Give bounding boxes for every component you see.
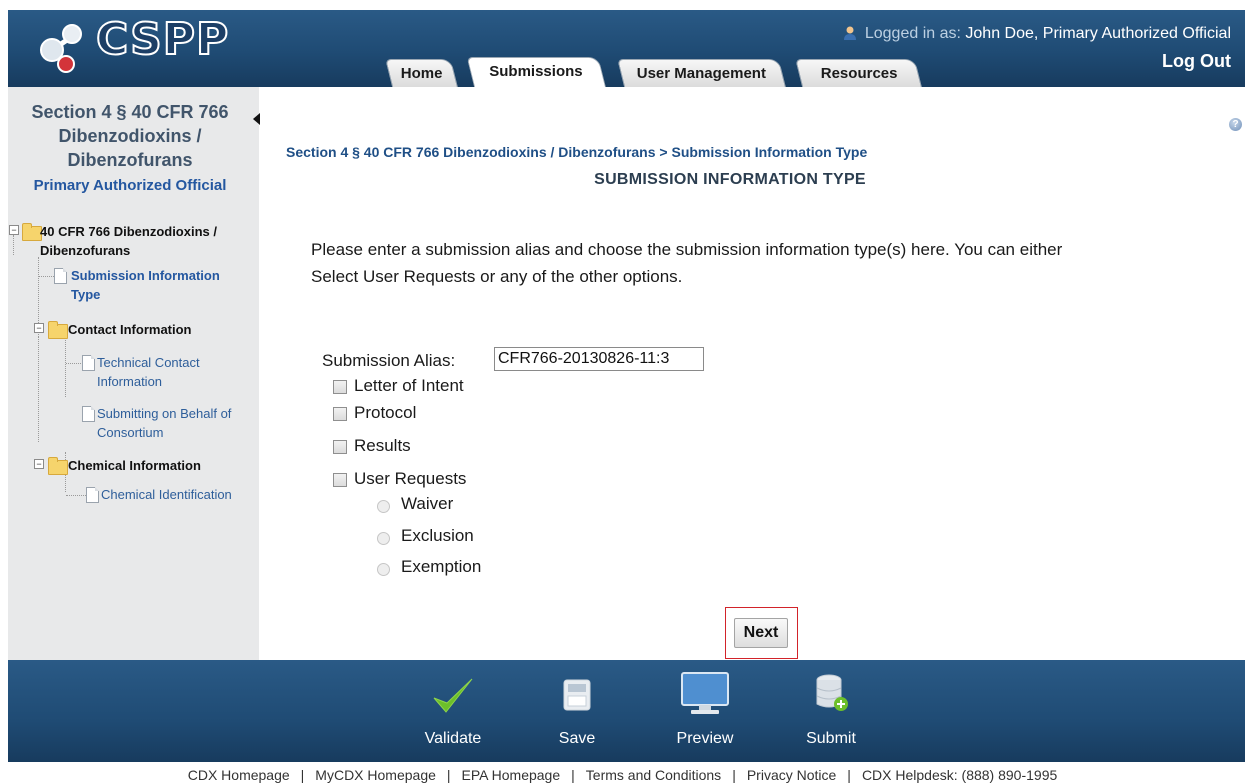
next-button[interactable]: Next [734,618,788,648]
cdx-homepage-link[interactable]: CDX Homepage [188,767,290,783]
folder-open-icon [48,321,68,339]
epa-homepage-link[interactable]: EPA Homepage [462,767,561,783]
tree-line [66,363,81,364]
cdx-helpdesk-link[interactable]: CDX Helpdesk: (888) 890-1995 [862,767,1057,783]
next-button-highlight: Next [725,607,798,659]
waiver-label: Waiver [401,494,454,513]
logo-text: CSPP [95,13,230,66]
contact-collapse-toggle[interactable]: − [34,323,44,333]
protocol-checkbox[interactable] [333,407,347,421]
molecule-icon [40,24,82,73]
tree-item-submission-information-type[interactable]: Submission Information Type [71,266,251,304]
tree-line [13,235,14,255]
tab-user-management-label: User Management [637,65,767,82]
mycdx-homepage-link[interactable]: MyCDX Homepage [315,767,436,783]
validate-label: Validate [424,730,482,747]
user-icon [844,26,857,40]
sidebar-title: Section 4 § 40 CFR 766 Dibenzodioxins / … [31,102,229,170]
exemption-label: Exemption [401,557,482,576]
tree-item-chemical-identification[interactable]: Chemical Identification [101,485,232,504]
logged-in-status: Logged in as: John Doe, Primary Authoriz… [843,25,1231,43]
letter-of-intent-checkbox[interactable] [333,380,347,394]
folder-open-icon [22,223,42,241]
sidebar-collapse-arrow-icon[interactable] [253,113,260,125]
protocol-label: Protocol [354,403,417,422]
help-icon[interactable]: ? [1229,118,1242,131]
logged-in-label: Logged in as: [864,25,961,42]
logout-link[interactable]: Log Out [1162,51,1231,72]
database-add-icon [816,674,848,711]
results-checkbox[interactable] [333,440,347,454]
tab-submissions[interactable]: Submissions [466,57,606,87]
submission-alias-input[interactable] [494,347,704,371]
save-button[interactable]: Save [532,660,622,762]
sidebar-role: Primary Authorized Official [33,177,227,194]
results-label: Results [354,436,411,455]
terms-link[interactable]: Terms and Conditions [586,767,721,783]
separator: | [847,767,851,783]
footer-links: CDX Homepage | MyCDX Homepage | EPA Homepage… [0,767,1245,783]
cspp-logo: CSPP [30,13,230,74]
tab-submissions-label: Submissions [489,63,583,80]
exemption-radio[interactable] [377,563,390,576]
user-requests-checkbox[interactable] [333,473,347,487]
document-icon [86,487,99,503]
root-collapse-toggle[interactable]: − [9,225,19,235]
tree-folder-contact-information[interactable]: Contact Information [68,320,192,339]
user-requests-label: User Requests [354,469,467,488]
sidebar: Section 4 § 40 CFR 766 Dibenzodioxins / … [8,87,259,660]
breadcrumb: Section 4 § 40 CFR 766 Dibenzodioxins / … [286,144,868,160]
separator: | [571,767,575,783]
submit-label: Submit [806,730,856,747]
tree-line [39,276,54,277]
validate-button[interactable]: Validate [408,660,498,762]
document-icon [82,355,95,371]
tree-folder-chemical-information[interactable]: Chemical Information [68,456,201,475]
action-toolbar: Validate Save Preview Submit [8,660,1245,762]
monitor-icon [681,672,729,714]
tree-item-consortium[interactable]: Submitting on Behalf of Consortium [97,404,262,442]
exclusion-radio[interactable] [377,532,390,545]
save-label: Save [558,730,596,747]
submission-alias-label: Submission Alias: [322,351,456,370]
tab-user-management[interactable]: User Management [617,59,786,87]
privacy-notice-link[interactable]: Privacy Notice [747,767,836,783]
document-icon [82,406,95,422]
document-icon [54,268,67,284]
tab-home[interactable]: Home [385,59,458,87]
letter-of-intent-label: Letter of Intent [354,376,464,395]
submit-button[interactable]: Submit [786,660,876,762]
separator: | [446,767,451,783]
logged-in-user: John Doe, Primary Authorized Official [965,25,1231,42]
tree-line [38,337,39,442]
tree-line [65,337,66,397]
folder-open-icon [48,457,68,475]
save-icon [563,679,591,711]
waiver-radio[interactable] [377,500,390,513]
tab-resources-label: Resources [820,65,898,82]
tab-resources[interactable]: Resources [795,59,922,87]
intro-text: Please enter a submission alias and choo… [311,236,1211,290]
preview-label: Preview [676,730,734,747]
tree-line [66,495,86,496]
intro-line-1: Please enter a submission alias and choo… [311,240,1063,259]
chemical-collapse-toggle[interactable]: − [34,459,44,469]
tree-root-label[interactable]: 40 CFR 766 Dibenzodioxins / Dibenzofuran… [40,222,262,260]
separator: | [300,767,305,783]
separator: | [732,767,736,783]
preview-button[interactable]: Preview [660,660,750,762]
page-title: SUBMISSION INFORMATION TYPE [594,171,866,188]
intro-line-2: Select User Requests or any of the other… [311,267,683,286]
tab-home-label: Home [400,65,443,82]
checkmark-icon [433,678,473,713]
header-bar: CSPP Logged in as: John Doe, Primary Aut… [8,10,1245,87]
exclusion-label: Exclusion [401,526,474,545]
tree-item-technical-contact[interactable]: Technical Contact Information [97,353,247,391]
